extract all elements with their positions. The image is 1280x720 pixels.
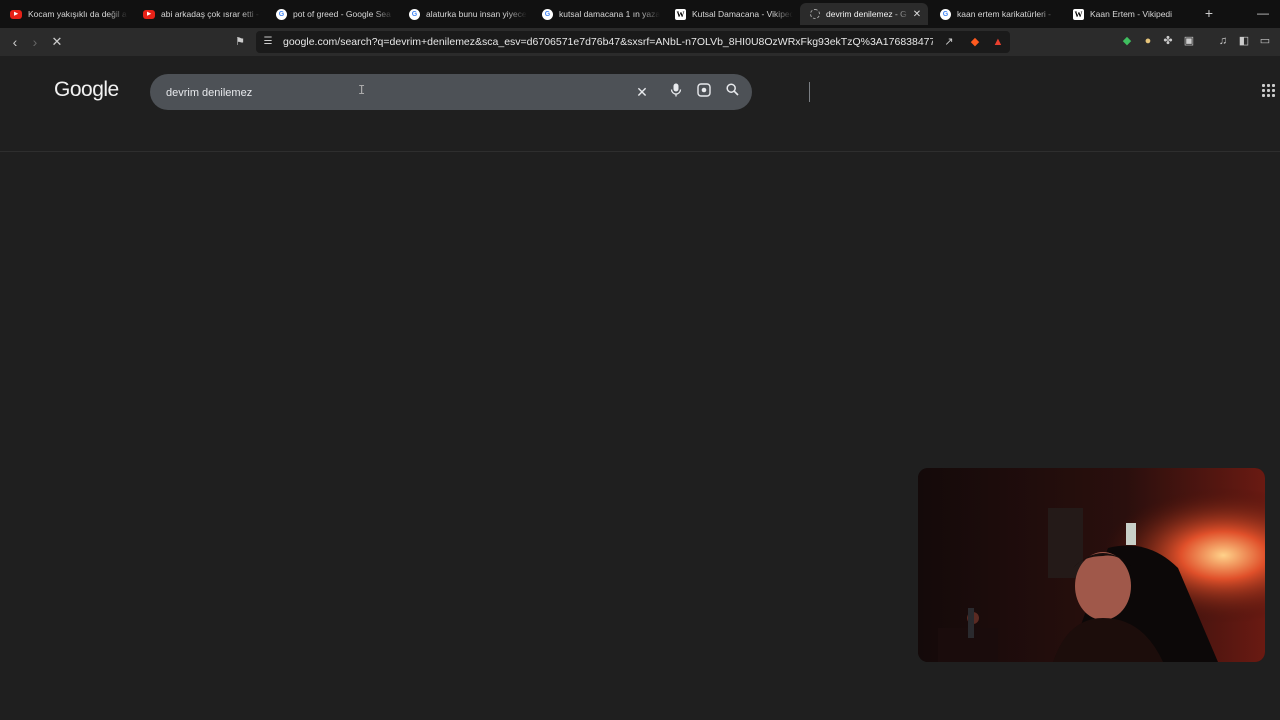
screenshot-icon[interactable]: ▣ [1181,33,1197,49]
google-icon: G [940,8,951,20]
search-input[interactable] [164,74,608,112]
tab-google-kaan-ertem[interactable]: G kaan ertem karikatürleri - [930,3,1058,25]
google-icon: G [542,8,553,20]
search-box[interactable]: ✕ [150,74,810,112]
google-logo[interactable]: Google [54,78,119,102]
tab-strip: ▶ Kocam yakışıklı da değil a ▶ abi arkad… [0,0,1280,28]
brave-shields-icon[interactable]: ◆ [966,33,984,51]
tab-label: Kocam yakışıklı da değil a [28,9,127,19]
sidebar-icon[interactable]: ◧ [1236,33,1252,49]
tab-label: kaan ertem karikatürleri - [957,9,1052,19]
tab-label: Kutsal Damacana - Vikiped [692,9,793,19]
tab-youtube-kocam[interactable]: ▶ Kocam yakışıklı da değil a [0,3,128,25]
tab-label: abi arkadaş çok ısrar etti - [161,9,259,19]
share-icon[interactable]: ↗ [940,33,958,51]
tab-google-alaturka[interactable]: G alaturka bunu insan yiyece [399,3,527,25]
new-tab-button[interactable]: + [1200,4,1218,22]
clear-search-icon[interactable]: ✕ [633,83,651,101]
wallet-icon[interactable]: ▭ [1257,33,1273,49]
youtube-icon: ▶ [143,9,155,19]
google-lens-icon[interactable] [695,83,713,101]
tab-label: devrim denilemez - G [826,9,907,19]
tab-active-devrim-denilemez[interactable]: devrim denilemez - G ✕ [800,3,928,25]
google-apps-icon[interactable] [1262,84,1276,98]
site-settings-icon[interactable]: ☰ [259,33,277,51]
tab-label: pot of greed - Google Sea [293,9,391,19]
search-divider [809,82,810,102]
tab-youtube-abi[interactable]: ▶ abi arkadaş çok ısrar etti - [133,3,261,25]
tab-google-kutsal-damacana[interactable]: G kutsal damacana 1 ın yazar [532,3,660,25]
brave-rewards-icon[interactable]: ▲ [989,33,1007,51]
search-icon[interactable] [723,83,741,101]
tab-label: kutsal damacana 1 ın yazar [559,9,660,19]
wikipedia-icon: W [1073,8,1084,20]
wikipedia-icon: W [675,8,686,20]
back-button[interactable]: ‹ [6,33,24,51]
loading-icon [810,9,820,19]
bookmark-icon[interactable]: ⚑ [231,33,249,51]
tab-google-pot-of-greed[interactable]: G pot of greed - Google Sea [266,3,394,25]
browser-toolbar: ‹ › ✕ ⚑ ☰ google.com/search?q=devrim+den… [0,28,1280,56]
google-icon: G [409,8,420,20]
address-bar[interactable]: ☰ google.com/search?q=devrim+denilemez&s… [256,31,1010,53]
media-control-icon[interactable]: ♫ [1215,33,1231,49]
tab-wikipedia-kutsal-damacana[interactable]: W Kutsal Damacana - Vikiped [665,3,793,25]
microphone-icon[interactable] [667,83,685,101]
stop-loading-button[interactable]: ✕ [48,33,66,51]
tab-label: alaturka bunu insan yiyece [426,9,527,19]
webcam-overlay [918,468,1265,662]
url-text[interactable]: google.com/search?q=devrim+denilemez&sca… [283,31,933,53]
extension-icon[interactable]: ● [1140,33,1156,49]
close-tab-icon[interactable]: ✕ [910,9,924,20]
google-search-header: Google ✕ [0,56,1280,152]
tab-wikipedia-kaan-ertem[interactable]: W Kaan Ertem - Vikipedi [1063,3,1191,25]
text-cursor-icon: I [358,83,366,97]
tab-label: Kaan Ertem - Vikipedi [1090,9,1173,19]
extension-icon[interactable]: ◆ [1119,33,1135,49]
youtube-icon: ▶ [10,9,22,19]
extensions-puzzle-icon[interactable]: ✤ [1160,33,1176,49]
google-icon: G [276,8,287,20]
minimize-window-button[interactable]: — [1254,4,1272,22]
forward-button[interactable]: › [26,33,44,51]
